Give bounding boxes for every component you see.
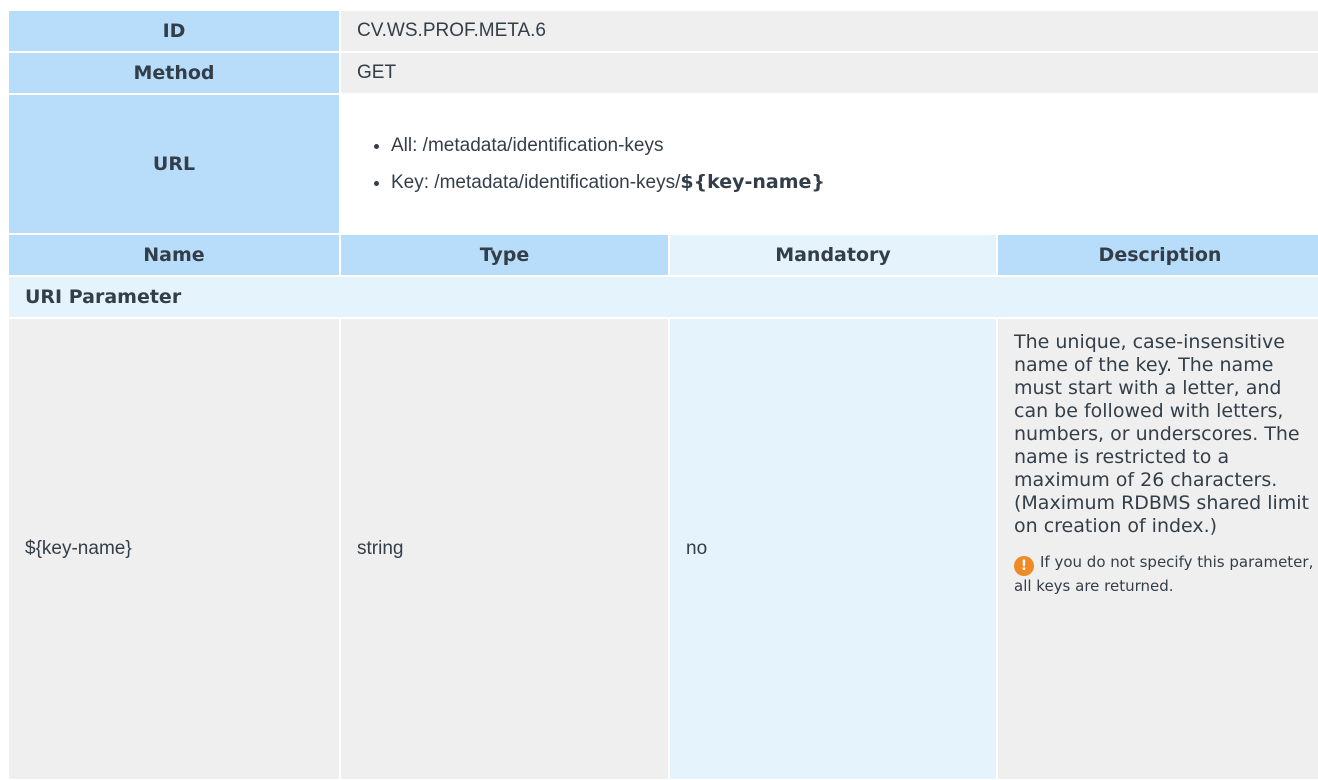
- url-item-all: All: /metadata/identification-keys: [391, 128, 1306, 164]
- param-description: The unique, case-insensitive name of the…: [1014, 331, 1309, 537]
- section-row: URI Parameter: [9, 277, 1318, 317]
- param-note: ! If you do not specify this parameter, a…: [1014, 552, 1314, 596]
- id-value: CV.WS.PROF.META.6: [341, 11, 1318, 51]
- param-mandatory: no: [670, 319, 996, 779]
- url-row: URL All: /metadata/identification-keys K…: [9, 95, 1318, 233]
- param-name: ${key-name}: [9, 319, 339, 779]
- param-description-cell: The unique, case-insensitive name of the…: [998, 319, 1318, 779]
- method-row: Method GET: [9, 53, 1318, 93]
- url-item-key-text: Key: /metadata/identification-keys/: [391, 171, 681, 193]
- url-value: All: /metadata/identification-keys Key: …: [341, 95, 1318, 233]
- table-row: ${key-name} string no The unique, case-i…: [9, 319, 1318, 779]
- column-header-name: Name: [9, 235, 339, 275]
- method-value: GET: [341, 53, 1318, 93]
- column-header-type: Type: [341, 235, 668, 275]
- column-header-description: Description: [998, 235, 1318, 275]
- column-header-row: Name Type Mandatory Description: [9, 235, 1318, 275]
- method-label: Method: [9, 53, 339, 93]
- id-label: ID: [9, 11, 339, 51]
- api-reference-table: ID CV.WS.PROF.META.6 Method GET URL All:…: [7, 9, 1318, 780]
- param-type: string: [341, 319, 668, 779]
- column-header-mandatory: Mandatory: [670, 235, 996, 275]
- url-item-key-param: ${key-name}: [680, 170, 825, 193]
- id-row: ID CV.WS.PROF.META.6: [9, 11, 1318, 51]
- url-label: URL: [9, 95, 339, 233]
- section-title: URI Parameter: [9, 277, 1318, 317]
- url-item-key: Key: /metadata/identification-keys/${key…: [391, 164, 1306, 201]
- warning-icon: !: [1014, 556, 1034, 576]
- url-item-all-text: All: /metadata/identification-keys: [391, 134, 664, 156]
- param-note-text: If you do not specify this parameter, al…: [1014, 553, 1314, 595]
- url-list: All: /metadata/identification-keys Key: …: [357, 128, 1306, 201]
